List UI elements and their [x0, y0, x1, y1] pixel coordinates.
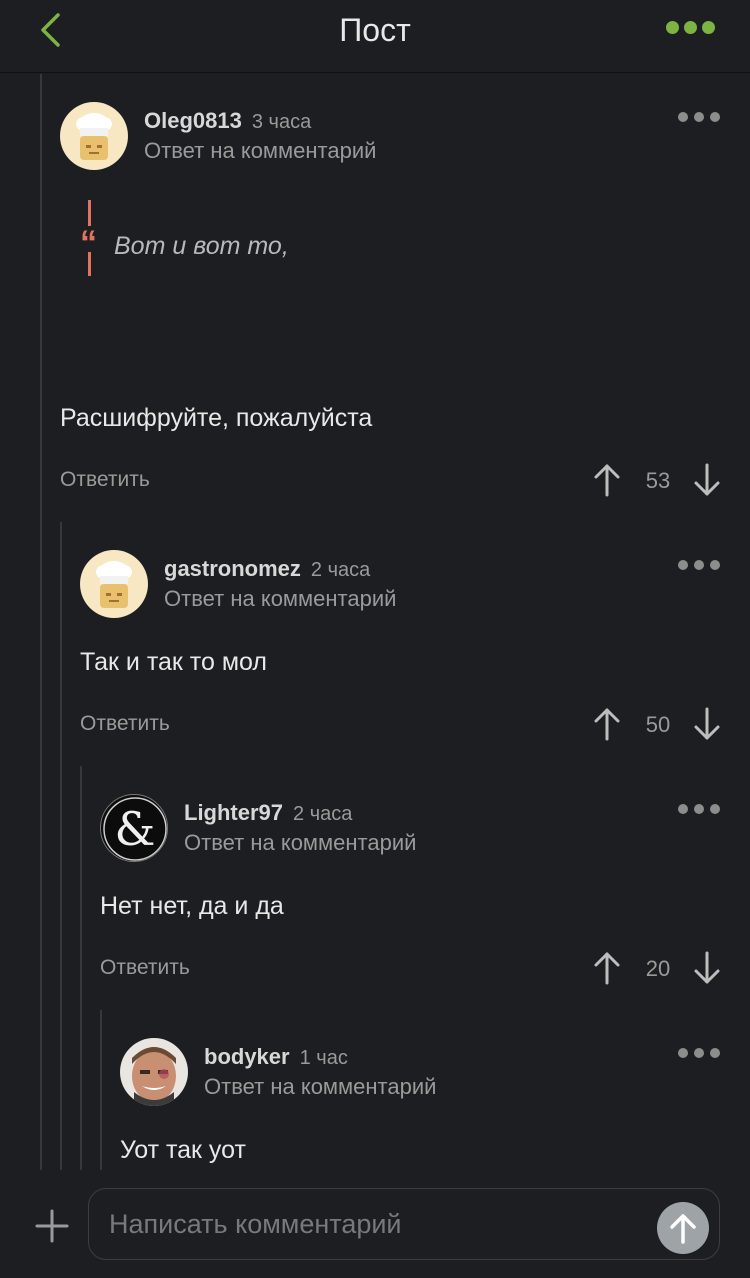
rating-count: 53 [645, 468, 671, 493]
rating-count: 20 [645, 956, 671, 981]
reply-to-label[interactable]: Ответ на комментарий [204, 1074, 436, 1100]
thread-line[interactable] [80, 766, 82, 1170]
username[interactable]: bodyker 1 час [204, 1044, 348, 1070]
username[interactable]: Lighter97 2 часа [184, 800, 352, 826]
chef-hat-avatar[interactable] [80, 550, 148, 618]
vote-controls: 53 [592, 462, 722, 502]
reply-button[interactable]: Ответить [80, 712, 170, 736]
photo-avatar[interactable] [120, 1038, 188, 1106]
timestamp: 2 часа [293, 803, 353, 825]
arrow-up-icon[interactable] [592, 462, 622, 498]
reply-to-label[interactable]: Ответ на комментарий [164, 586, 396, 612]
more-dots-icon[interactable] [666, 21, 716, 35]
thread-line[interactable] [60, 522, 62, 1170]
ampersand-avatar[interactable]: & [100, 794, 168, 862]
comment-input-placeholder: Написать комментарий [109, 1209, 402, 1239]
reply-to-label[interactable]: Ответ на комментарий [184, 830, 416, 856]
plus-icon[interactable] [34, 1208, 70, 1244]
top-bar: Пост [0, 0, 750, 73]
vote-controls: 20 [592, 950, 722, 990]
quote-bar [88, 252, 91, 276]
arrow-down-icon[interactable] [692, 950, 722, 986]
reply-button[interactable]: Ответить [60, 468, 150, 492]
reply-button[interactable]: Ответить [100, 956, 190, 980]
rating-count: 50 [645, 712, 671, 737]
chef-hat-avatar[interactable] [60, 102, 128, 170]
more-dots-icon[interactable] [678, 1048, 720, 1058]
comment-text: Нет нет, да и да [100, 892, 284, 920]
page-title: Пост [339, 12, 411, 48]
comment-text: Уот так уот [120, 1136, 246, 1164]
send-arrow-icon [670, 1214, 696, 1244]
more-dots-icon[interactable] [678, 560, 720, 570]
reply-to-label[interactable]: Ответ на комментарий [144, 138, 376, 164]
arrow-up-icon[interactable] [592, 950, 622, 986]
arrow-down-icon[interactable] [692, 462, 722, 498]
comment-input[interactable]: Написать комментарий [88, 1188, 720, 1260]
more-dots-icon[interactable] [678, 804, 720, 814]
comment: gastronomez 2 часа Ответ на комментарий Т… [80, 550, 750, 750]
comment: bodyker 1 час Ответ на комментарий Уот та… [120, 1038, 750, 1168]
comment-text: Так и так то мол [80, 648, 267, 676]
quote-text: Вот и вот то, [114, 232, 289, 260]
svg-text:&: & [115, 802, 156, 856]
thread-line[interactable] [100, 1010, 102, 1170]
quote-bar [88, 200, 91, 226]
more-dots-icon[interactable] [678, 112, 720, 122]
timestamp: 3 часа [251, 111, 312, 133]
timestamp: 2 часа [310, 559, 371, 581]
vote-controls: 50 [592, 706, 722, 746]
timestamp: 1 час [299, 1047, 348, 1069]
username[interactable]: Oleg0813 3 часа [144, 108, 311, 134]
thread-line[interactable] [40, 74, 42, 1170]
comment: Oleg0813 3 часа Ответ на комментарий “ Во… [60, 102, 750, 502]
comment-text: Расшифруйте, пожалуйста [60, 404, 373, 432]
arrow-down-icon[interactable] [692, 706, 722, 742]
username[interactable]: gastronomez 2 часа [164, 556, 370, 582]
comment: & Lighter97 2 часа Ответ на комментарий Н… [100, 794, 750, 994]
arrow-up-icon[interactable] [592, 706, 622, 742]
comment-composer: Написать комментарий [0, 1170, 750, 1278]
send-button[interactable] [657, 1202, 709, 1254]
